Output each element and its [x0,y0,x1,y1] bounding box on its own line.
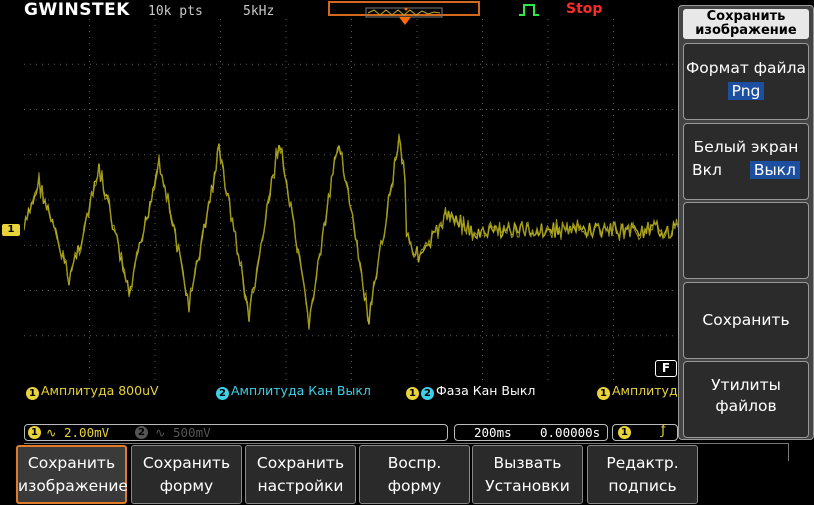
ch1-dot-icon: 1 [597,387,610,400]
horizontal-position: 0.00000s [540,425,601,440]
memory-overview-bar [328,1,480,18]
graticule [24,19,679,381]
save-image-label-1: Сохранить [27,453,116,472]
file-utilities-label-1: Утилиты [711,376,781,394]
gwinstek-logo: GWINSTEK [24,0,130,20]
trigger-edge-icon: ƒ [661,423,666,438]
measurement-4-text: Амплитуда [612,383,677,398]
measurement-3: 1 2 Фаза Кан Выкл [406,383,535,400]
white-screen-label: Белый экран [693,138,799,156]
waveform-display [24,19,679,381]
file-utilities-label-2: файлов [715,397,777,415]
measurement-4: 1Амплитуда [597,383,677,400]
save-setup-label-1: Сохранить [256,453,345,472]
white-screen-off: Выкл [749,161,800,179]
measurement-2: 2 Амплитуда Кан Выкл [216,383,371,400]
recall-setup-label-1: Вызвать [493,453,562,472]
recall-waveform-button[interactable]: Воспр. форму [359,445,470,504]
file-format-label: Формат файла [685,59,807,77]
recall-setup-label-2: Установки [485,476,570,495]
save-waveform-label-1: Сохранить [142,453,231,472]
ch1-scale: ∿ 2.00mV [46,425,110,440]
measurement-3-text: Фаза Кан Выкл [436,383,536,398]
white-screen-on: Вкл [692,161,722,179]
save-waveform-label-2: форму [159,476,214,495]
save-button[interactable]: Сохранить [683,282,809,359]
ch1-ground-marker[interactable]: 1 [2,224,20,236]
recall-setup-button[interactable]: Вызвать Установки [472,445,583,504]
edit-label-label-2: подпись [608,476,677,495]
save-label: Сохранить [702,311,790,329]
trigger-source: 1 [618,426,631,439]
side-menu-title-line-2: изображение [695,23,797,38]
measurement-1-text: Амплитуда 800uV [41,383,159,398]
ch2-dot-icon: 2 [421,387,434,400]
file-utilities-button[interactable]: Утилиты файлов [683,361,809,438]
file-format-value: Png [727,82,765,100]
file-format-button[interactable]: Формат файла Png [683,43,809,120]
edit-label-label-1: Редактр. [606,453,679,472]
ch1-dot-icon: 1 [26,387,39,400]
ch1-waveform [24,136,679,329]
function-badge: F [655,360,677,377]
measurement-1: 1 Амплитуда 800uV [26,383,159,400]
ch1-label: 1 [28,426,41,439]
ch2-scale: ∿ 500mV [155,425,211,440]
recall-waveform-label-2: форму [387,476,442,495]
record-length: 10k pts [148,4,203,19]
ch2-label: 2 [135,426,148,439]
save-setup-label-2: настройки [257,476,344,495]
side-menu-title: Сохранить изображение [683,9,809,39]
save-image-label-2: изображение [18,476,128,495]
sample-rate: 5kHz [243,4,275,19]
empty-menu-slot [683,202,809,279]
edit-label-button[interactable]: Редактр. подпись [587,445,698,504]
ch2-dot-icon: 2 [216,387,229,400]
timebase-scale: 200ms [474,425,512,440]
white-screen-button[interactable]: Белый экран Вкл Выкл [683,123,809,200]
save-image-button[interactable]: Сохранить изображение [16,445,128,504]
recall-waveform-label-1: Воспр. [387,453,442,472]
save-setup-button[interactable]: Сохранить настройки [245,445,356,504]
measurement-2-text: Амплитуда Кан Выкл [231,383,371,398]
ch1-dot-icon: 1 [406,387,419,400]
trigger-pulse-icon [518,2,540,16]
run-status[interactable]: Stop [566,1,602,17]
save-waveform-button[interactable]: Сохранить форму [131,445,242,504]
side-menu-title-line-1: Сохранить [706,9,786,24]
